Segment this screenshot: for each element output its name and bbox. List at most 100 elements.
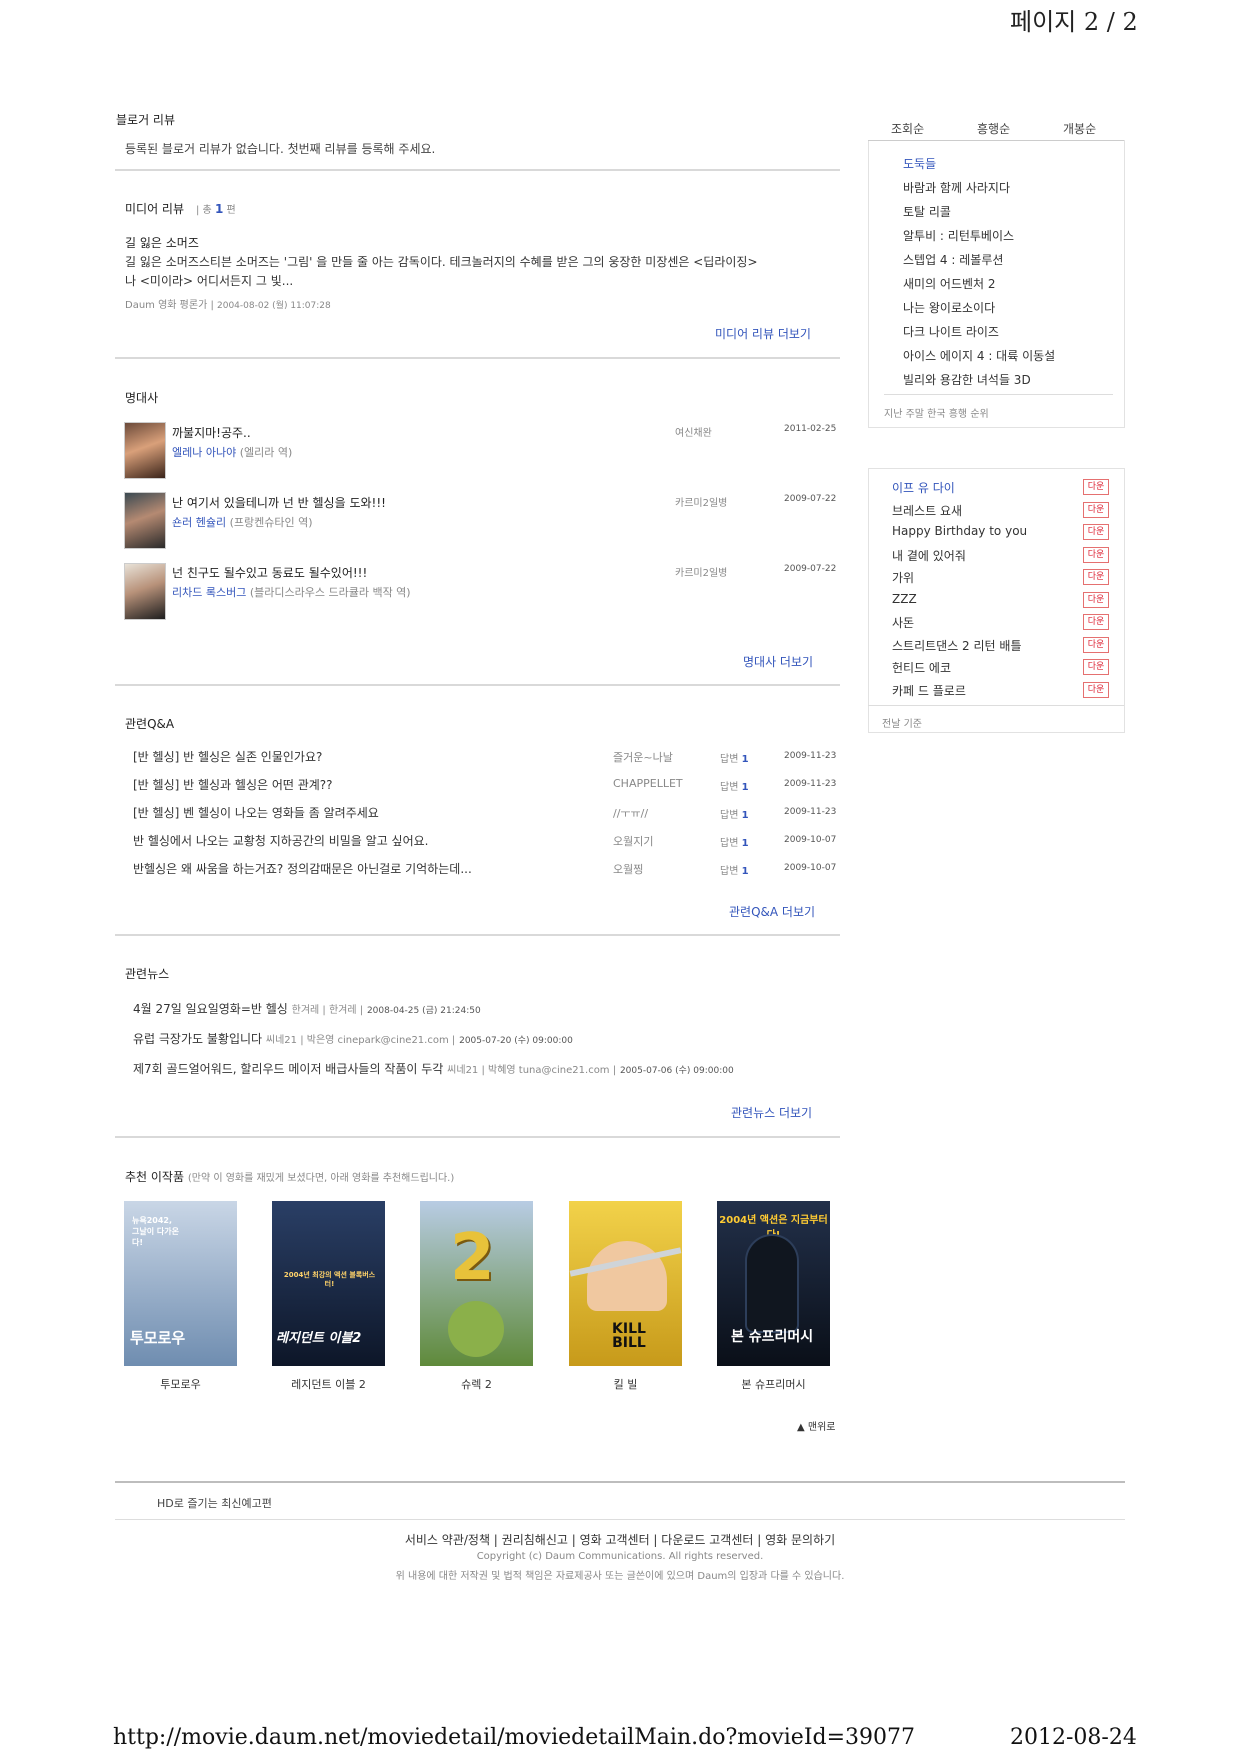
trailer-link[interactable]: HD로 즐기는 최신예고편 <box>157 1495 272 1511</box>
daum-download-badge[interactable]: 다운 <box>1083 637 1109 653</box>
download-item[interactable]: 헌티드 에코 <box>892 659 951 676</box>
divider <box>115 684 840 686</box>
news-date: 2005-07-20 (수) 09:00:00 <box>459 1036 573 1046</box>
qa-writer[interactable]: 즐거운~나날 <box>613 749 673 765</box>
news-headline[interactable]: 유럽 극장가도 불황입니다 <box>133 1032 262 1046</box>
rank-item[interactable]: 토탈 리콜 <box>903 203 951 220</box>
tab-box-office[interactable]: 흥행순 <box>977 120 1010 137</box>
download-item[interactable]: ZZZ <box>892 592 917 606</box>
famous-line-quote[interactable]: 까불지마!공주.. <box>172 424 251 441</box>
tab-views[interactable]: 조회순 <box>891 120 924 137</box>
movie-title[interactable]: 킬 빌 <box>569 1376 682 1392</box>
download-item[interactable]: 이프 유 다이 <box>892 479 955 496</box>
qa-writer[interactable]: //ㅜㅠ// <box>613 805 648 821</box>
download-item[interactable]: 내 곁에 있어줘 <box>892 547 966 564</box>
media-review-headline[interactable]: 길 잃은 소머즈 <box>125 234 199 251</box>
daum-download-badge[interactable]: 다운 <box>1083 502 1109 518</box>
media-review-body-line2[interactable]: 나 <미이라> 어디서든지 그 빛... <box>125 272 293 289</box>
qa-more-link[interactable]: 관련Q&A 더보기 <box>729 903 815 920</box>
daum-download-badge[interactable]: 다운 <box>1083 614 1109 630</box>
download-item[interactable]: 카페 드 플로르 <box>892 682 966 699</box>
divider <box>115 357 840 359</box>
rank-item[interactable]: 바람과 함께 사라지다 <box>903 179 1010 196</box>
daum-download-badge[interactable]: 다운 <box>1083 547 1109 563</box>
rank-note: 지난 주말 한국 흥행 순위 <box>884 409 989 420</box>
daum-download-badge[interactable]: 다운 <box>1083 682 1109 698</box>
news-item: 4월 27일 일요일영화=반 헬싱 한겨레 | 한겨레 | 2008-04-25… <box>133 1000 481 1017</box>
famous-line-writer[interactable]: 여신채완 <box>675 424 712 439</box>
divider <box>115 169 840 171</box>
media-review-count-number: 1 <box>214 202 224 216</box>
news-headline[interactable]: 제7회 골드얼어워드, 할리우드 메이저 배급사들의 작품이 두각 <box>133 1062 443 1076</box>
tab-release[interactable]: 개봉순 <box>1063 120 1096 137</box>
download-item[interactable]: 가위 <box>892 569 914 586</box>
download-item[interactable]: 스트리트댄스 2 리턴 배틀 <box>892 637 1021 654</box>
daum-download-badge[interactable]: 다운 <box>1083 479 1109 495</box>
news-source: 한겨레 | 한겨레 | <box>291 1005 364 1016</box>
famous-line-actor: 엘레나 아나야 (엘리라 역) <box>172 446 293 459</box>
footer-divider <box>115 1481 1125 1483</box>
rank-item[interactable]: 도둑들 <box>903 155 936 172</box>
poster-title-text: 2 <box>450 1221 495 1295</box>
footer-divider <box>115 1519 1125 1520</box>
movie-poster[interactable]: 2004년 최강의 액션 블록버스터! 레지던트 이블2 <box>272 1201 385 1366</box>
back-to-top-link[interactable]: ▲ 맨위로 <box>797 1418 835 1433</box>
famous-line-quote[interactable]: 넌 친구도 될수있고 동료도 될수있어!!! <box>172 564 367 581</box>
daum-download-badge[interactable]: 다운 <box>1083 659 1109 675</box>
qa-writer[interactable]: 오월찡 <box>613 861 643 877</box>
news-source: 씨네21 | 박은영 cinepark@cine21.com | <box>265 1035 456 1046</box>
download-item[interactable]: 사돈 <box>892 614 914 631</box>
daum-download-badge[interactable]: 다운 <box>1083 524 1109 540</box>
movie-title[interactable]: 본 슈프리머시 <box>717 1376 830 1392</box>
famous-line-date: 2009-07-22 <box>784 564 837 574</box>
page-number-header: 페이지 2 / 2 <box>1010 8 1138 36</box>
movie-poster[interactable]: 2004년 액션은 지금부터다! 본 슈프리머시 <box>717 1201 830 1366</box>
actor-photo[interactable] <box>124 563 166 620</box>
media-review-body-line1[interactable]: 길 잃은 소머즈스티븐 소머즈는 '그림' 을 만들 줄 아는 감독이다. 테크… <box>125 253 758 270</box>
poster-figure <box>747 1236 797 1331</box>
media-review-date: 2004-08-02 (월) 11:07:28 <box>217 301 331 311</box>
qa-question[interactable]: 반헬싱은 왜 싸움을 하는거죠? 정의감때문은 아닌걸로 기억하는데... <box>133 860 472 877</box>
footer-links[interactable]: 서비스 약관/정책 | 권리침해신고 | 영화 고객센터 | 다운로드 고객센터… <box>115 1531 1125 1548</box>
rank-item[interactable]: 새미의 어드벤처 2 <box>903 275 996 292</box>
movie-poster[interactable]: KILL BILL <box>569 1201 682 1366</box>
movie-title[interactable]: 슈렉 2 <box>420 1376 533 1392</box>
rank-item[interactable]: 아이스 에이지 4 : 대륙 이동설 <box>903 347 1055 364</box>
qa-question[interactable]: [반 헬싱] 반 헬싱은 실존 인물인가요? <box>133 748 322 765</box>
famous-line-quote[interactable]: 난 여기서 있을테니까 넌 반 헬싱을 도와!!! <box>172 494 386 511</box>
movie-poster[interactable]: 2 <box>420 1201 533 1366</box>
rank-item[interactable]: 나는 왕이로소이다 <box>903 299 995 316</box>
movie-title[interactable]: 투모로우 <box>124 1376 237 1392</box>
qa-question[interactable]: 반 헬싱에서 나오는 교황청 지하공간의 비밀을 알고 싶어요. <box>133 832 428 849</box>
movie-poster[interactable]: 뉴욕2042, 그날이 다가온다! 투모로우 <box>124 1201 237 1366</box>
media-review-source: Daum 영화 평론가 <box>125 300 208 311</box>
news-headline[interactable]: 4월 27일 일요일영화=반 헬싱 <box>133 1002 288 1016</box>
download-item[interactable]: Happy Birthday to you <box>892 524 1027 538</box>
qa-question[interactable]: [반 헬싱] 반 헬싱과 헬싱은 어떤 관계?? <box>133 776 333 793</box>
famous-lines-title: 명대사 <box>125 391 159 405</box>
media-review-more-link[interactable]: 미디어 리뷰 더보기 <box>715 325 811 342</box>
famous-lines-more-link[interactable]: 명대사 더보기 <box>743 653 813 670</box>
qa-writer[interactable]: 오월지기 <box>613 833 653 849</box>
recommend-header: 추천 이작품 (만약 이 영화를 재밌게 보셨다면, 아래 영화를 추천해드립니… <box>125 1168 454 1185</box>
movie-title[interactable]: 레지던트 이블 2 <box>272 1376 385 1392</box>
qa-writer[interactable]: CHAPPELLET <box>613 777 683 790</box>
rank-item[interactable]: 알투비 : 리턴투베이스 <box>903 227 1014 244</box>
actor-name-link[interactable]: 엘레나 아나야 <box>172 446 236 459</box>
daum-download-badge[interactable]: 다운 <box>1083 592 1109 608</box>
actor-name-link[interactable]: 리차드 록스버그 <box>172 586 246 599</box>
actor-photo[interactable] <box>124 422 166 479</box>
download-item[interactable]: 브레스트 요새 <box>892 502 962 519</box>
famous-line-writer[interactable]: 카르미2일병 <box>675 494 727 509</box>
news-more-link[interactable]: 관련뉴스 더보기 <box>731 1104 812 1121</box>
rank-item[interactable]: 빌리와 용감한 녀석들 3D <box>903 371 1031 388</box>
news-source: 씨네21 | 박혜영 tuna@cine21.com | <box>447 1065 617 1076</box>
rank-item[interactable]: 다크 나이트 라이즈 <box>903 323 999 340</box>
actor-name-link[interactable]: 숀러 헨슐리 <box>172 516 226 529</box>
page-url[interactable]: http://movie.daum.net/moviedetail/movied… <box>113 1725 915 1750</box>
daum-download-badge[interactable]: 다운 <box>1083 569 1109 585</box>
actor-photo[interactable] <box>124 492 166 549</box>
famous-line-writer[interactable]: 카르미2일병 <box>675 564 727 579</box>
rank-item[interactable]: 스텝업 4 : 레볼루션 <box>903 251 1003 268</box>
qa-question[interactable]: [반 헬싱] 벤 헬싱이 나오는 영화들 좀 알려주세요 <box>133 804 379 821</box>
